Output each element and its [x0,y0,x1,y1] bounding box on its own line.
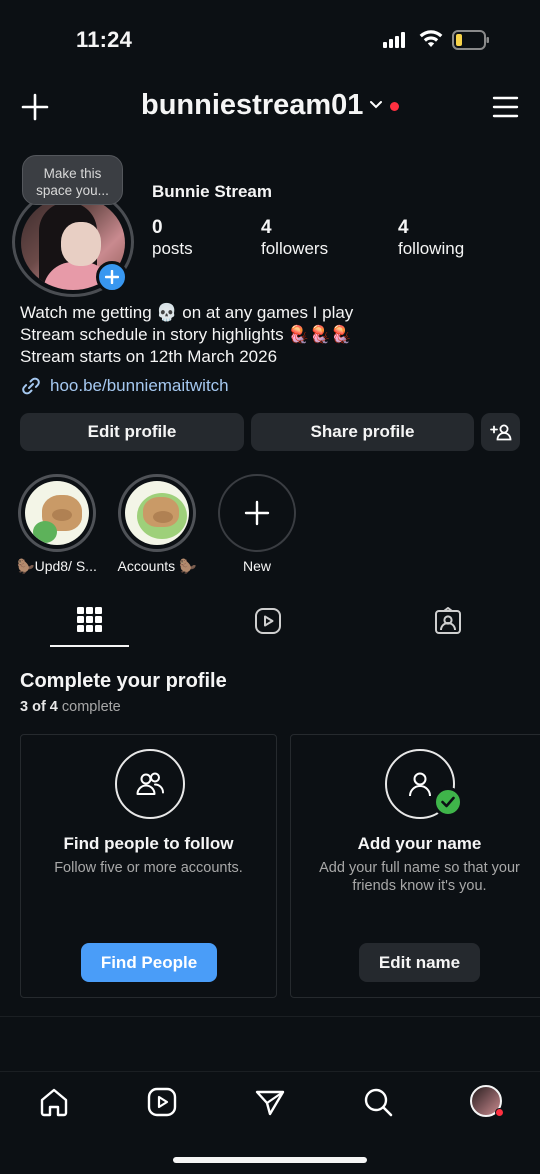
followers-stat[interactable]: 4 followers [261,217,328,259]
find-people-button[interactable]: Find People [81,943,217,982]
bio-line-2: Stream schedule in story highlights 🪼🪼🪼 [20,325,352,344]
plus-icon [21,93,49,121]
edit-name-button[interactable]: Edit name [359,943,480,982]
check-icon [433,787,463,817]
reels-icon [147,1087,177,1117]
progress-count: 3 of 4 [20,699,58,715]
plus-icon [244,500,270,526]
new-highlight-button[interactable] [218,474,296,552]
bio-line-1: Watch me getting 💀 on at any games I pla… [20,303,354,322]
posts-stat[interactable]: 0 posts [152,217,193,259]
profile-notification-dot [495,1108,504,1117]
status-time: 11:24 [76,27,133,52]
discover-people-button[interactable] [481,413,520,451]
nav-search[interactable] [362,1086,394,1118]
tab-reels[interactable] [254,607,282,635]
highlight-accounts[interactable] [118,474,196,552]
highlight-updates[interactable] [18,474,96,552]
posts-count: 0 [152,217,163,238]
highlight-label-updates: 🦫Upd8/ S... [17,558,97,574]
nav-home[interactable] [38,1086,70,1118]
plus-icon [105,270,119,284]
divider [0,1016,540,1017]
complete-profile-progress: 3 of 4 complete [20,699,121,715]
menu-icon [492,96,519,118]
tab-tagged[interactable] [434,607,462,635]
complete-profile-title: Complete your profile [20,670,227,692]
battery-icon [452,30,490,50]
followers-count: 4 [261,217,272,238]
tooltip-line-2: space you... [36,183,109,198]
grid-icon [77,607,102,632]
avatar-tooltip[interactable]: Make this space you... [22,155,123,205]
wifi-icon [419,29,443,48]
reels-icon [255,608,281,634]
people-icon [115,749,185,819]
find-people-title: Find people to follow [63,834,234,853]
following-stat[interactable]: 4 following [398,217,464,259]
nav-reels[interactable] [146,1086,178,1118]
chevron-down-icon[interactable] [369,100,383,110]
find-people-card: Find people to follow Follow five or mor… [20,734,277,998]
nav-messages[interactable] [254,1086,286,1118]
highlight-label-accounts: Accounts 🦫 [117,558,197,574]
tab-posts[interactable] [77,607,102,632]
signal-icon [383,32,409,48]
home-icon [40,1088,68,1117]
following-count: 4 [398,217,409,238]
add-name-title: Add your name [357,834,482,853]
home-indicator[interactable] [173,1157,367,1163]
edit-profile-button[interactable]: Edit profile [20,413,244,451]
username-switcher[interactable]: bunniestream01 [141,89,363,122]
followers-label: followers [261,239,329,258]
tagged-icon [435,607,461,634]
notification-dot [390,102,399,111]
active-tab-indicator [50,645,129,647]
send-icon [255,1090,285,1116]
tooltip-line-1: Make this [43,166,102,181]
create-button[interactable] [20,92,50,122]
posts-label: posts [152,239,193,258]
add-name-desc-line-2: friends know it's you. [352,878,487,894]
display-name: Bunnie Stream [152,182,272,201]
add-name-desc-line-1: Add your full name so that your [319,860,520,876]
menu-button[interactable] [492,95,519,119]
highlight-label-new: New [242,558,271,574]
link-icon [22,377,40,395]
bio-link-text: hoo.be/bunniemaitwitch [50,376,229,395]
add-name-card: Add your name Add your full name so that… [290,734,540,998]
bio-link[interactable]: hoo.be/bunniemaitwitch [20,375,229,397]
find-people-desc: Follow five or more accounts. [54,860,243,876]
following-label: following [398,239,465,258]
progress-suffix: complete [61,699,121,715]
add-story-button[interactable] [96,261,128,293]
share-profile-button[interactable]: Share profile [251,413,474,451]
bio-line-3: Stream starts on 12th March 2026 [20,347,278,366]
nav-divider [0,1071,540,1072]
add-person-icon [489,424,511,441]
search-icon [364,1088,393,1117]
